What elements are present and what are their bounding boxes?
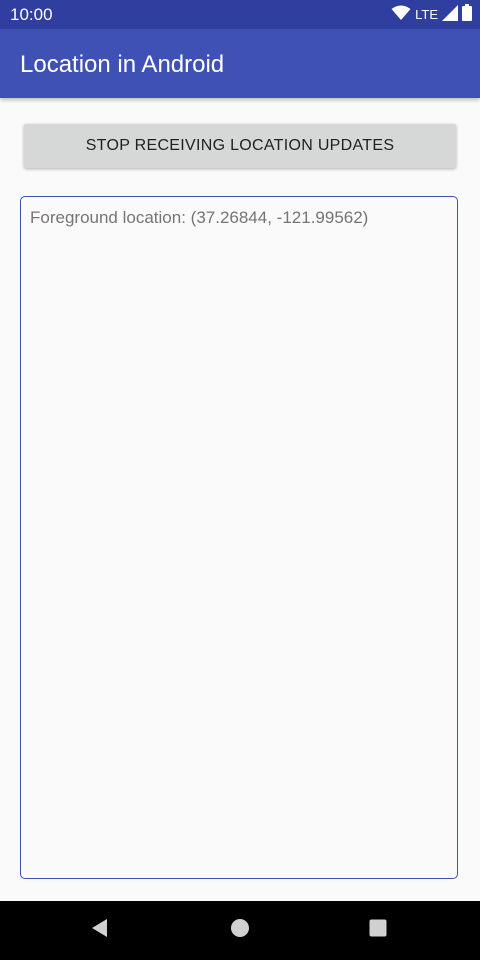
- screen: 10:00 LTE Location in Android STOP RECEI…: [0, 0, 480, 960]
- status-time: 10:00: [10, 5, 53, 24]
- back-button[interactable]: [70, 901, 130, 960]
- recents-icon: [368, 918, 388, 943]
- location-output-box[interactable]: Foreground location: (37.26844, -121.995…: [20, 196, 458, 879]
- status-icons: LTE: [391, 4, 472, 26]
- app-bar: Location in Android: [0, 29, 480, 98]
- network-type-label: LTE: [415, 7, 438, 22]
- stop-location-updates-button[interactable]: STOP RECEIVING LOCATION UPDATES: [24, 124, 456, 168]
- home-button[interactable]: [210, 901, 270, 960]
- back-icon: [90, 918, 110, 943]
- wifi-icon: [391, 5, 411, 26]
- app-title: Location in Android: [20, 51, 225, 78]
- status-bar: 10:00 LTE: [0, 0, 480, 29]
- battery-icon: [462, 4, 472, 26]
- navigation-bar: [0, 901, 480, 960]
- cell-signal-icon: [442, 4, 458, 26]
- location-output-text: Foreground location: (37.26844, -121.995…: [30, 208, 369, 227]
- home-icon: [230, 918, 250, 943]
- recents-button[interactable]: [348, 901, 408, 960]
